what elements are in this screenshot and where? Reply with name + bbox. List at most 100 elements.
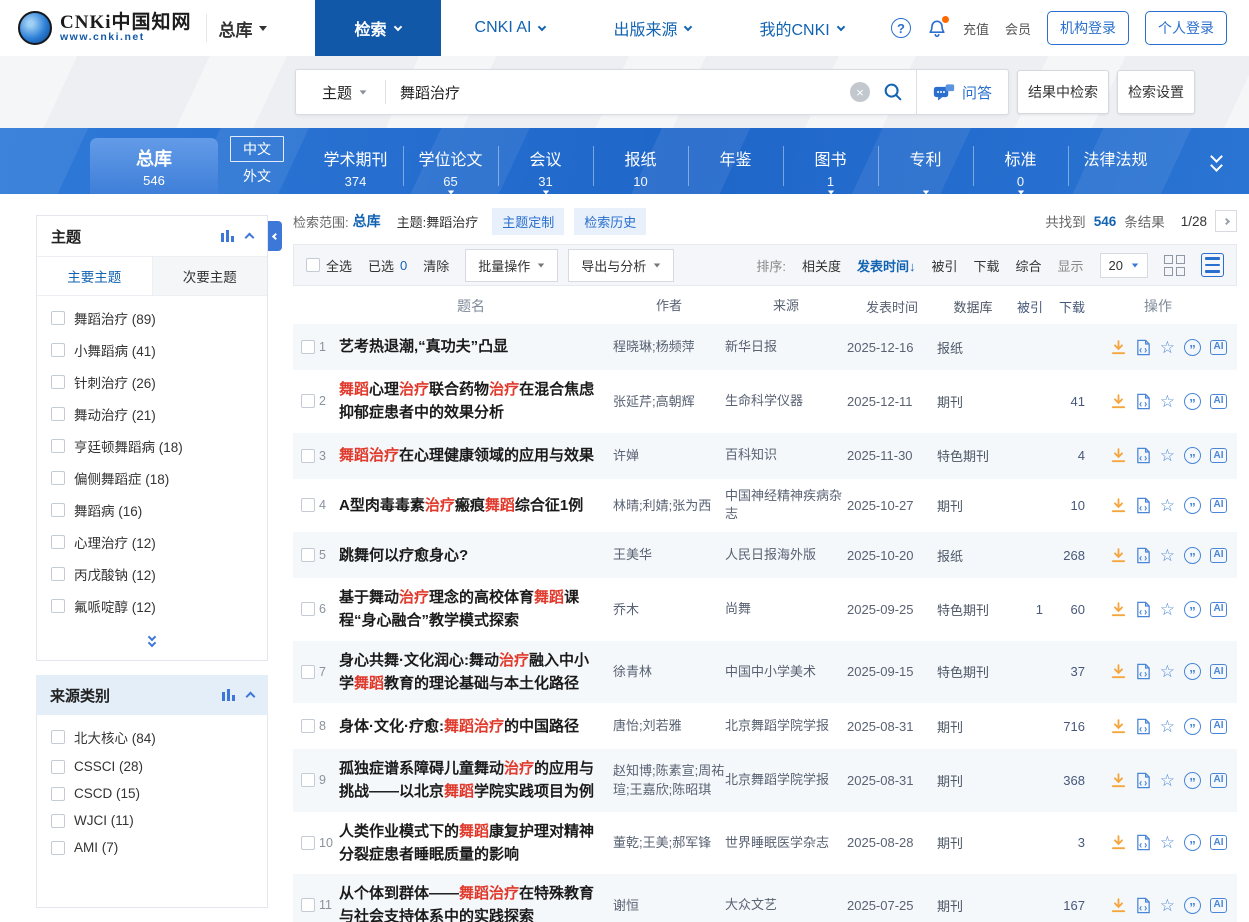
filter-checkbox[interactable] — [51, 599, 65, 613]
category-tab[interactable]: 学术期刊 374 — [308, 142, 403, 194]
filter-checkbox[interactable] — [51, 787, 65, 801]
filter-checkbox-item[interactable]: 亨廷顿舞蹈病 (18) — [51, 436, 253, 456]
result-source[interactable]: 北京舞蹈学院学报 — [725, 717, 847, 736]
quote-icon[interactable]: ” — [1184, 663, 1201, 680]
filter-checkbox[interactable] — [51, 439, 65, 453]
bar-chart-icon[interactable] — [222, 689, 235, 701]
ai-icon[interactable]: AI — [1210, 394, 1227, 409]
ai-icon[interactable]: AI — [1210, 664, 1227, 679]
result-title-link[interactable]: 舞蹈治疗在心理健康领域的应用与效果 — [339, 447, 594, 464]
download-icon[interactable] — [1110, 393, 1127, 410]
row-checkbox[interactable] — [301, 548, 315, 562]
clear-search-icon[interactable]: × — [850, 82, 870, 102]
bar-chart-icon[interactable] — [221, 230, 234, 242]
result-title-link[interactable]: 舞蹈心理治疗联合药物治疗在混合焦虑抑郁症患者中的效果分析 — [339, 381, 594, 421]
ai-icon[interactable]: AI — [1210, 548, 1227, 563]
html-read-icon[interactable] — [1136, 547, 1151, 564]
result-source[interactable]: 世界睡眠医学杂志 — [725, 834, 847, 853]
col-source[interactable]: 来源 — [725, 297, 847, 316]
quote-icon[interactable]: ” — [1184, 772, 1201, 789]
library-selector[interactable]: 总库 — [206, 14, 293, 42]
filter-checkbox-item[interactable]: 偏侧舞蹈症 (18) — [51, 468, 253, 488]
next-page-button[interactable] — [1215, 210, 1237, 232]
category-tab[interactable]: 会议 31 — [498, 142, 593, 194]
result-source[interactable]: 百科知识 — [725, 446, 847, 465]
category-tab[interactable]: 学位论文 65 — [403, 142, 498, 194]
result-title-link[interactable]: 孤独症谱系障碍儿童舞动治疗的应用与挑战——以北京舞蹈学院实践项目为例 — [339, 760, 594, 800]
result-authors[interactable]: 程晓琳;杨频萍 — [613, 337, 725, 357]
html-read-icon[interactable] — [1136, 772, 1151, 789]
row-checkbox[interactable] — [301, 836, 315, 850]
category-tab[interactable]: 图书 1 — [783, 142, 878, 194]
ai-icon[interactable]: AI — [1210, 719, 1227, 734]
clear-selection-button[interactable]: 清除 — [423, 256, 449, 275]
result-title-link[interactable]: 身心共舞·文化润心:舞动治疗融入中小学舞蹈教育的理论基础与本土化路径 — [339, 652, 589, 692]
category-tab[interactable]: 标准 0 — [973, 142, 1068, 194]
filter-checkbox[interactable] — [51, 503, 65, 517]
filter-checkbox-item[interactable]: 舞蹈病 (16) — [51, 500, 253, 520]
help-icon[interactable]: ? — [891, 18, 911, 38]
filter-checkbox[interactable] — [51, 311, 65, 325]
favorite-star-icon[interactable]: ☆ — [1160, 718, 1175, 735]
select-all-checkbox[interactable] — [306, 258, 320, 272]
favorite-star-icon[interactable]: ☆ — [1160, 339, 1175, 356]
sort-option[interactable]: 综合 — [1016, 256, 1042, 275]
filter-checkbox-item[interactable]: AMI (7) — [51, 840, 253, 855]
list-view-icon[interactable] — [1201, 253, 1224, 276]
result-authors[interactable]: 谢恒 — [613, 896, 725, 916]
qa-button[interactable]: 问答 — [916, 70, 1008, 114]
favorite-star-icon[interactable]: ☆ — [1160, 834, 1175, 851]
quote-icon[interactable]: ” — [1184, 447, 1201, 464]
favorite-star-icon[interactable]: ☆ — [1160, 601, 1175, 618]
search-icon[interactable] — [882, 81, 904, 103]
search-in-results-button[interactable]: 结果中检索 — [1017, 70, 1109, 114]
row-checkbox[interactable] — [301, 773, 315, 787]
result-source[interactable]: 人民日报海外版 — [725, 546, 847, 565]
quote-icon[interactable]: ” — [1184, 834, 1201, 851]
download-icon[interactable] — [1110, 601, 1127, 618]
favorite-star-icon[interactable]: ☆ — [1160, 447, 1175, 464]
more-categories-icon[interactable] — [1212, 154, 1221, 172]
result-authors[interactable]: 许婵 — [613, 446, 725, 466]
member-link[interactable]: 会员 — [1005, 19, 1031, 38]
row-checkbox[interactable] — [301, 498, 315, 512]
tab-main-library[interactable]: 总库 546 — [90, 138, 218, 194]
filter-checkbox[interactable] — [51, 471, 65, 485]
filter-checkbox[interactable] — [51, 343, 65, 357]
filter-checkbox[interactable] — [51, 567, 65, 581]
html-read-icon[interactable] — [1136, 447, 1151, 464]
filter-checkbox-item[interactable]: CSSCI (28) — [51, 759, 253, 774]
result-source[interactable]: 中国神经精神疾病杂志 — [725, 487, 847, 525]
ai-icon[interactable]: AI — [1210, 498, 1227, 513]
row-checkbox[interactable] — [301, 602, 315, 616]
col-cited[interactable]: 被引 — [1009, 297, 1043, 316]
filter-checkbox[interactable] — [51, 760, 65, 774]
result-title-link[interactable]: 基于舞动治疗理念的高校体育舞蹈课程“身心融合”教学模式探索 — [339, 589, 579, 629]
quote-icon[interactable]: ” — [1184, 393, 1201, 410]
search-history-button[interactable]: 检索历史 — [574, 208, 646, 235]
sort-option[interactable]: 发表时间↓ — [857, 256, 916, 275]
result-source[interactable]: 北京舞蹈学院学报 — [725, 771, 847, 790]
filter-checkbox-item[interactable]: 丙戊酸钠 (12) — [51, 564, 253, 584]
filter-checkbox[interactable] — [51, 730, 65, 744]
filter-checkbox[interactable] — [51, 375, 65, 389]
sidebar-collapse-handle[interactable] — [268, 221, 282, 251]
result-source[interactable]: 生命科学仪器 — [725, 392, 847, 411]
filter-checkbox-item[interactable]: 针刺治疗 (26) — [51, 372, 253, 392]
filter-checkbox-item[interactable]: 氟哌啶醇 (12) — [51, 596, 253, 616]
favorite-star-icon[interactable]: ☆ — [1160, 547, 1175, 564]
col-downloads[interactable]: 下载 — [1043, 297, 1089, 316]
result-title-link[interactable]: 从个体到群体——舞蹈治疗在特殊教育与社会支持体系中的实践探索 — [339, 885, 594, 922]
col-date[interactable]: 发表时间 — [847, 297, 937, 316]
search-input[interactable] — [386, 84, 850, 101]
export-analyze-button[interactable]: 导出与分析 — [568, 249, 674, 282]
search-field-selector[interactable]: 主题 — [296, 82, 385, 103]
result-title-link[interactable]: 人类作业模式下的舞蹈康复护理对精神分裂症患者睡眠质量的影响 — [339, 823, 594, 863]
quote-icon[interactable]: ” — [1184, 897, 1201, 914]
batch-actions-button[interactable]: 批量操作 — [465, 249, 558, 282]
result-title-link[interactable]: 艺考热退潮,“真功夫”凸显 — [339, 338, 508, 355]
html-read-icon[interactable] — [1136, 834, 1151, 851]
download-icon[interactable] — [1110, 718, 1127, 735]
download-icon[interactable] — [1110, 897, 1127, 914]
recharge-link[interactable]: 充值 — [963, 19, 989, 38]
